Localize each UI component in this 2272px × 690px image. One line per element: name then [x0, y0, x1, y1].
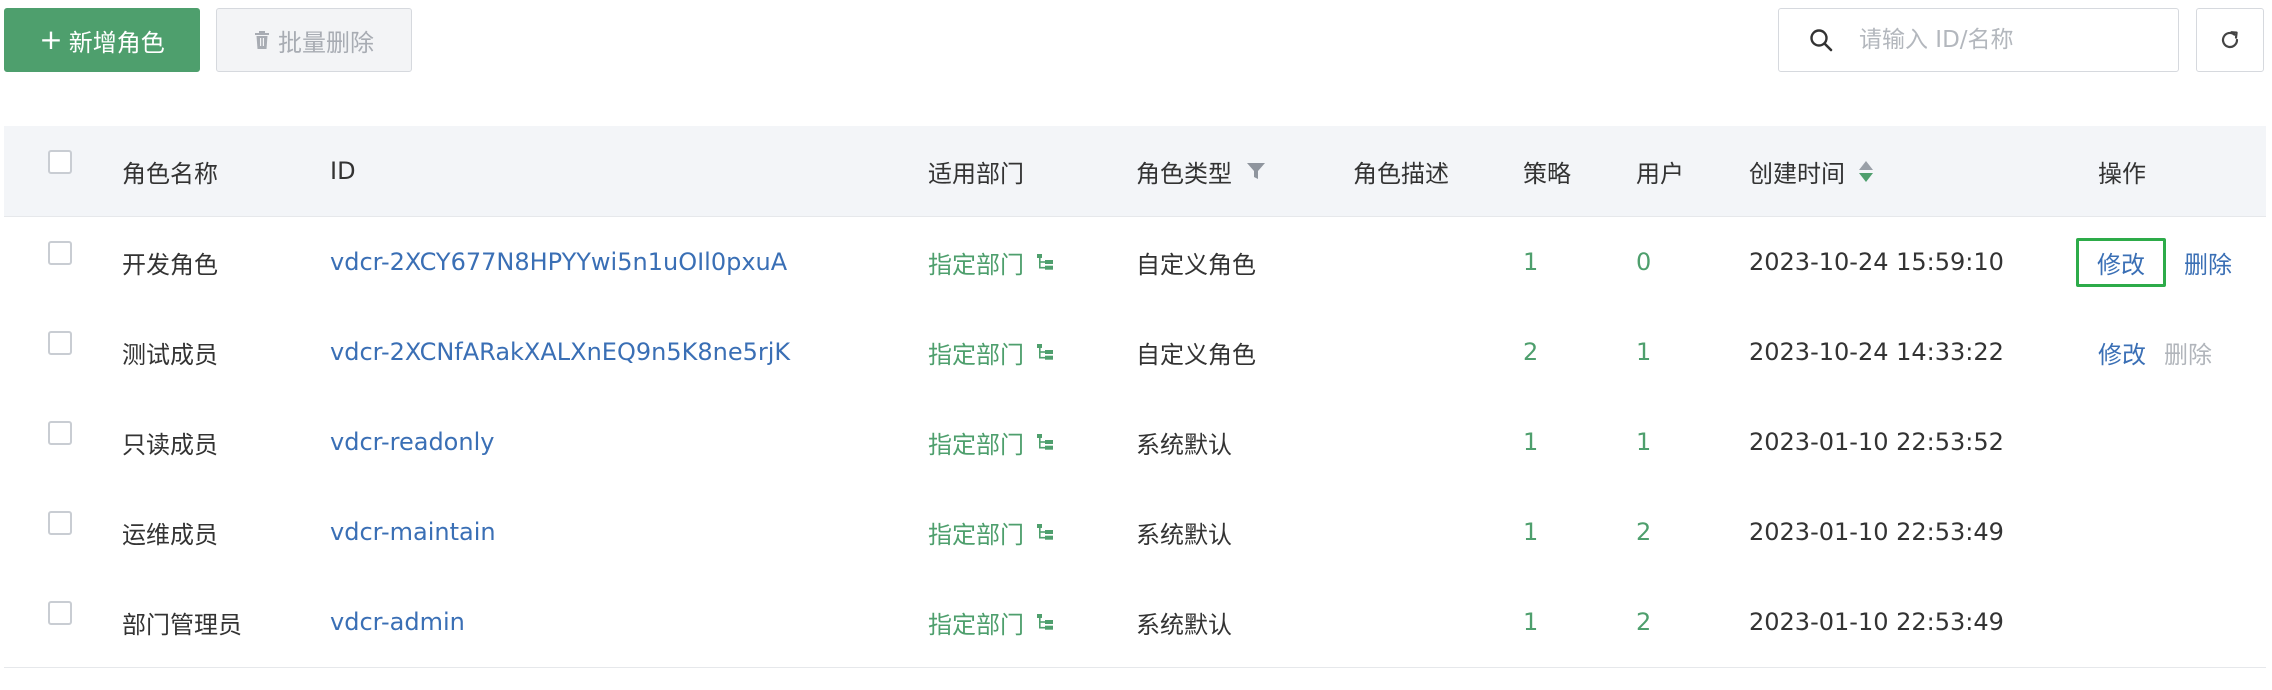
- role-id-link[interactable]: vdcr-readonly: [330, 397, 494, 487]
- role-id-link[interactable]: vdcr-maintain: [330, 487, 496, 577]
- row-checkbox[interactable]: [48, 241, 72, 265]
- refresh-button[interactable]: [2196, 8, 2264, 72]
- role-name: 只读成员: [122, 430, 218, 459]
- table-row: 运维成员 vdcr-maintain 指定部门 系统默认 1 2 2023-01…: [4, 487, 2266, 578]
- role-name: 测试成员: [122, 340, 218, 369]
- policy-count[interactable]: 2: [1523, 307, 1538, 397]
- policy-count[interactable]: 1: [1523, 217, 1538, 307]
- row-actions: 修改 删除: [2098, 307, 2212, 397]
- created-time: 2023-01-10 22:53:49: [1749, 518, 2004, 546]
- dept-label: 指定部门: [928, 250, 1024, 279]
- add-role-button[interactable]: + 新增角色: [4, 8, 200, 72]
- row-actions: [2098, 487, 2116, 577]
- plus-icon: +: [39, 23, 63, 56]
- header-role-type-label: 角色类型: [1136, 159, 1232, 188]
- row-actions: [2098, 397, 2116, 487]
- table-row: 开发角色 vdcr-2XCY677N8HPYYwi5n1uOIl0pxuA 指定…: [4, 217, 2266, 308]
- policy-count[interactable]: 1: [1523, 397, 1538, 487]
- edit-button[interactable]: 修改: [2076, 237, 2166, 287]
- search-box: [1778, 8, 2179, 72]
- role-name: 部门管理员: [122, 610, 242, 639]
- header-created-time-label: 创建时间: [1749, 159, 1845, 188]
- table-row: 部门管理员 vdcr-admin 指定部门 系统默认 1 2 2023-01-1…: [4, 577, 2266, 668]
- dept-link[interactable]: 指定部门: [928, 487, 1054, 577]
- role-name: 运维成员: [122, 520, 218, 549]
- table-row: 只读成员 vdcr-readonly 指定部门 系统默认 1 1 2023-01…: [4, 397, 2266, 488]
- user-count[interactable]: 1: [1636, 397, 1651, 487]
- edit-button[interactable]: 修改: [2098, 335, 2146, 370]
- role-type: 系统默认: [1136, 610, 1232, 639]
- role-id-link[interactable]: vdcr-admin: [330, 577, 465, 667]
- row-checkbox[interactable]: [48, 331, 72, 355]
- role-id-link[interactable]: vdcr-2XCNfARakXALXnEQ9n5K8ne5rjK: [330, 307, 790, 397]
- dept-label: 指定部门: [928, 430, 1024, 459]
- header-users: 用户: [1636, 159, 1684, 188]
- user-count[interactable]: 0: [1636, 217, 1651, 307]
- sort-icon[interactable]: [1859, 160, 1873, 182]
- dept-label: 指定部门: [928, 610, 1024, 639]
- dept-link[interactable]: 指定部门: [928, 307, 1054, 397]
- policy-count[interactable]: 1: [1523, 487, 1538, 577]
- header-role-name: 角色名称: [122, 159, 218, 188]
- user-count[interactable]: 2: [1636, 577, 1651, 667]
- created-time: 2023-10-24 14:33:22: [1749, 338, 2004, 366]
- role-type: 自定义角色: [1136, 340, 1256, 369]
- role-type: 系统默认: [1136, 520, 1232, 549]
- delete-button[interactable]: 删除: [2164, 335, 2212, 370]
- dept-link[interactable]: 指定部门: [928, 577, 1054, 667]
- org-tree-icon: [1037, 254, 1053, 270]
- role-type: 系统默认: [1136, 430, 1232, 459]
- dept-label: 指定部门: [928, 520, 1024, 549]
- created-time: 2023-10-24 15:59:10: [1749, 248, 2004, 276]
- org-tree-icon: [1037, 524, 1053, 540]
- search-input[interactable]: [1857, 26, 2141, 54]
- toolbar: + 新增角色 批量删除: [0, 0, 2272, 80]
- role-type: 自定义角色: [1136, 250, 1256, 279]
- header-dept: 适用部门: [928, 159, 1024, 188]
- header-role-type: 角色类型: [1136, 126, 1266, 216]
- org-tree-icon: [1037, 614, 1053, 630]
- policy-count[interactable]: 1: [1523, 577, 1538, 667]
- batch-delete-label: 批量删除: [278, 28, 374, 57]
- dept-link[interactable]: 指定部门: [928, 217, 1054, 307]
- batch-delete-button[interactable]: 批量删除: [216, 8, 412, 72]
- add-role-label: 新增角色: [68, 28, 165, 57]
- user-count[interactable]: 2: [1636, 487, 1651, 577]
- header-actions: 操作: [2098, 159, 2146, 188]
- table-row: 测试成员 vdcr-2XCNfARakXALXnEQ9n5K8ne5rjK 指定…: [4, 307, 2266, 398]
- org-tree-icon: [1037, 434, 1053, 450]
- row-actions: 修改 删除: [2076, 217, 2232, 307]
- header-id: ID: [330, 157, 356, 185]
- header-policy: 策略: [1523, 159, 1571, 188]
- org-tree-icon: [1037, 344, 1053, 360]
- row-checkbox[interactable]: [48, 601, 72, 625]
- header-created-time[interactable]: 创建时间: [1749, 126, 1873, 216]
- created-time: 2023-01-10 22:53:49: [1749, 608, 2004, 636]
- row-checkbox[interactable]: [48, 511, 72, 535]
- table-header: 角色名称 ID 适用部门 角色类型 角色描述 策略 用户 创建时间 操作: [4, 126, 2266, 217]
- dept-link[interactable]: 指定部门: [928, 397, 1054, 487]
- filter-icon[interactable]: [1246, 161, 1266, 181]
- header-role-desc: 角色描述: [1353, 159, 1449, 188]
- user-count[interactable]: 1: [1636, 307, 1651, 397]
- created-time: 2023-01-10 22:53:52: [1749, 428, 2004, 456]
- row-checkbox[interactable]: [48, 421, 72, 445]
- select-all-checkbox[interactable]: [48, 150, 72, 174]
- role-id-link[interactable]: vdcr-2XCY677N8HPYYwi5n1uOIl0pxuA: [330, 217, 787, 307]
- role-name: 开发角色: [122, 250, 218, 279]
- dept-label: 指定部门: [928, 340, 1024, 369]
- refresh-icon: [2221, 31, 2239, 49]
- trash-icon: [255, 31, 269, 49]
- search-icon: [1810, 29, 1833, 52]
- delete-button[interactable]: 删除: [2184, 245, 2232, 280]
- row-actions: [2098, 577, 2116, 667]
